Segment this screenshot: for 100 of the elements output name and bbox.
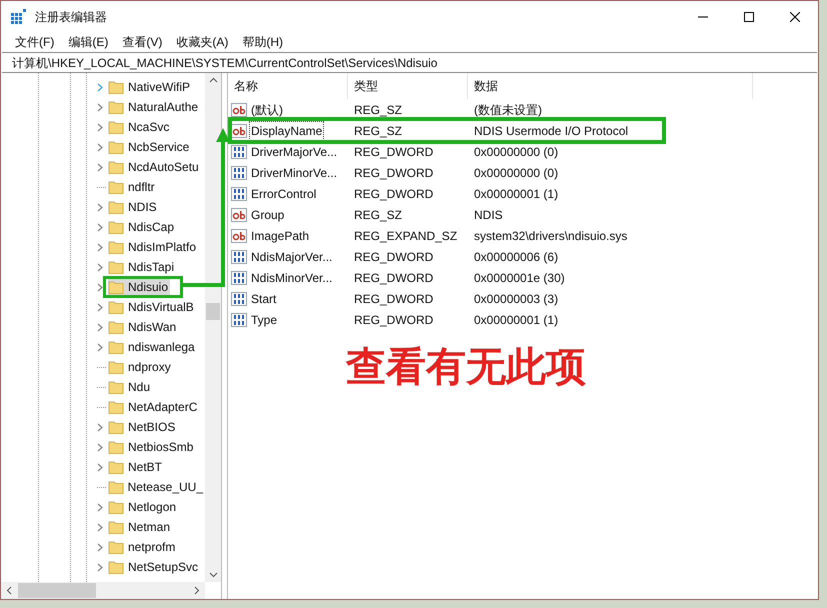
tree-item[interactable]: NetAdapterC [108, 398, 200, 416]
tree-item[interactable]: NcdAutoSetu [108, 158, 201, 176]
tree-item[interactable]: Netease_UU_ [108, 478, 205, 496]
folder-icon [108, 240, 124, 254]
value-name[interactable]: DriverMinorVe... [249, 162, 340, 182]
binary-value-icon [231, 144, 247, 158]
chevron-right-icon[interactable] [97, 262, 104, 272]
folder-icon [108, 380, 124, 394]
value-name[interactable]: (默认) [249, 100, 285, 120]
tree-item[interactable]: NdisCap [108, 218, 176, 236]
scrollbar-thumb[interactable] [18, 583, 96, 598]
value-name[interactable]: ImagePath [249, 226, 312, 246]
tree-item[interactable]: NaturalAuthe [108, 98, 200, 116]
value-name[interactable]: Group [249, 204, 286, 224]
chevron-right-icon[interactable] [97, 202, 104, 212]
folder-icon [108, 400, 124, 414]
value-name[interactable]: DriverMajorVe... [249, 142, 340, 162]
menu-item[interactable]: 文件(F) [9, 33, 60, 51]
chevron-right-icon[interactable] [97, 522, 104, 532]
tree-item[interactable]: ndiswanlega [108, 338, 197, 356]
tree-item[interactable]: Netlogon [108, 498, 178, 516]
chevron-right-icon[interactable] [97, 222, 104, 232]
table-cell-text: REG_DWORD [353, 290, 434, 308]
menu-item[interactable]: 查看(V) [116, 33, 168, 51]
folder-icon [108, 360, 124, 374]
registry-app-icon [11, 8, 27, 24]
table-cell-text: REG_DWORD [353, 248, 434, 266]
table-cell-text: system32\drivers\ndisuio.sys [473, 228, 628, 244]
table-cell-text: NDIS [473, 206, 503, 224]
tree-item[interactable]: NetSetupSvc [108, 558, 200, 576]
tree-item[interactable]: NativeWifiP [108, 78, 192, 96]
scroll-left-icon[interactable] [6, 586, 12, 595]
tree-item[interactable]: NcaSvc [108, 118, 172, 136]
chevron-right-icon[interactable] [97, 322, 104, 332]
value-name[interactable]: NdisMinorVer... [249, 268, 334, 288]
column-header[interactable]: 类型 [348, 73, 468, 99]
chevron-right-icon[interactable] [97, 102, 104, 112]
table-cell-text: REG_DWORD [353, 186, 434, 202]
chevron-right-icon[interactable] [97, 162, 104, 172]
tree-item[interactable]: NetBIOS [108, 418, 178, 436]
table-cell-text: 0x00000003 (3) [473, 290, 558, 308]
close-icon [790, 12, 800, 22]
folder-icon [108, 100, 124, 114]
value-name[interactable]: Type [249, 310, 280, 330]
tree-item[interactable]: Ndu [108, 378, 152, 396]
string-value-icon [231, 228, 247, 242]
menu-item[interactable]: 帮助(H) [236, 33, 289, 51]
folder-icon [108, 180, 124, 194]
folder-icon [108, 540, 124, 554]
chevron-right-icon[interactable] [97, 302, 104, 312]
scroll-up-icon[interactable] [208, 77, 218, 83]
value-name[interactable]: ErrorControl [249, 184, 318, 204]
tree-item[interactable]: NdisVirtualB [108, 298, 196, 316]
tree-item[interactable]: Netman [108, 518, 172, 536]
tree-item[interactable]: NcbService [108, 138, 192, 156]
value-name[interactable]: Start [249, 288, 278, 308]
tree-item[interactable]: NetbiosSmb [108, 438, 196, 456]
tree-item[interactable]: netprofm [108, 538, 178, 556]
binary-value-icon [231, 166, 247, 180]
tree-item[interactable]: NdisImPlatfo [108, 238, 198, 256]
chevron-right-icon[interactable] [97, 542, 104, 552]
value-name[interactable]: NdisMajorVer... [249, 246, 334, 266]
table-cell-text: REG_EXPAND_SZ [353, 228, 458, 244]
menu-item[interactable]: 编辑(E) [62, 33, 114, 51]
menu-item[interactable]: 收藏夹(A) [170, 33, 234, 51]
folder-icon [108, 560, 124, 574]
horizontal-scrollbar[interactable] [1, 582, 205, 599]
chevron-right-icon[interactable] [97, 442, 104, 452]
column-header[interactable]: 名称 [228, 73, 348, 99]
chevron-right-icon[interactable] [97, 422, 104, 432]
address-bar[interactable]: 计算机\HKEY_LOCAL_MACHINE\SYSTEM\CurrentControlSet\Services\Ndisuio [2, 52, 817, 73]
tree-item[interactable]: NdisTapi [108, 258, 176, 276]
chevron-right-icon[interactable] [97, 562, 104, 572]
scrollbar-thumb[interactable] [206, 303, 220, 320]
table-cell-text: REG_DWORD [353, 270, 434, 286]
chevron-right-icon[interactable] [97, 142, 104, 152]
binary-value-icon [231, 186, 247, 200]
vertical-scrollbar[interactable] [205, 73, 221, 582]
chevron-right-icon[interactable] [97, 282, 104, 292]
table-cell-text: (数值未设置) [473, 102, 542, 118]
tree-item[interactable]: ndfltr [108, 178, 157, 196]
folder-icon [108, 300, 124, 314]
chevron-right-icon[interactable] [97, 462, 104, 472]
scroll-right-icon[interactable] [194, 586, 200, 595]
tree-item[interactable]: ndproxy [108, 358, 173, 376]
value-name[interactable]: DisplayName [249, 120, 324, 140]
column-header[interactable]: 数据 [468, 73, 753, 99]
folder-icon [108, 220, 124, 234]
chevron-right-icon[interactable] [97, 342, 104, 352]
table-cell-text: REG_SZ [353, 206, 404, 224]
table-cell-text: 0x00000001 (1) [473, 312, 558, 328]
scroll-down-icon[interactable] [208, 572, 218, 578]
tree-item[interactable]: NdisWan [108, 318, 178, 336]
tree-item[interactable]: NDIS [108, 198, 159, 216]
tree-item[interactable]: NetBT [108, 458, 164, 476]
chevron-right-icon[interactable] [97, 122, 104, 132]
chevron-right-icon[interactable] [97, 242, 104, 252]
binary-value-icon [231, 270, 247, 284]
chevron-right-icon[interactable] [97, 502, 104, 512]
chevron-right-icon[interactable] [97, 82, 104, 92]
